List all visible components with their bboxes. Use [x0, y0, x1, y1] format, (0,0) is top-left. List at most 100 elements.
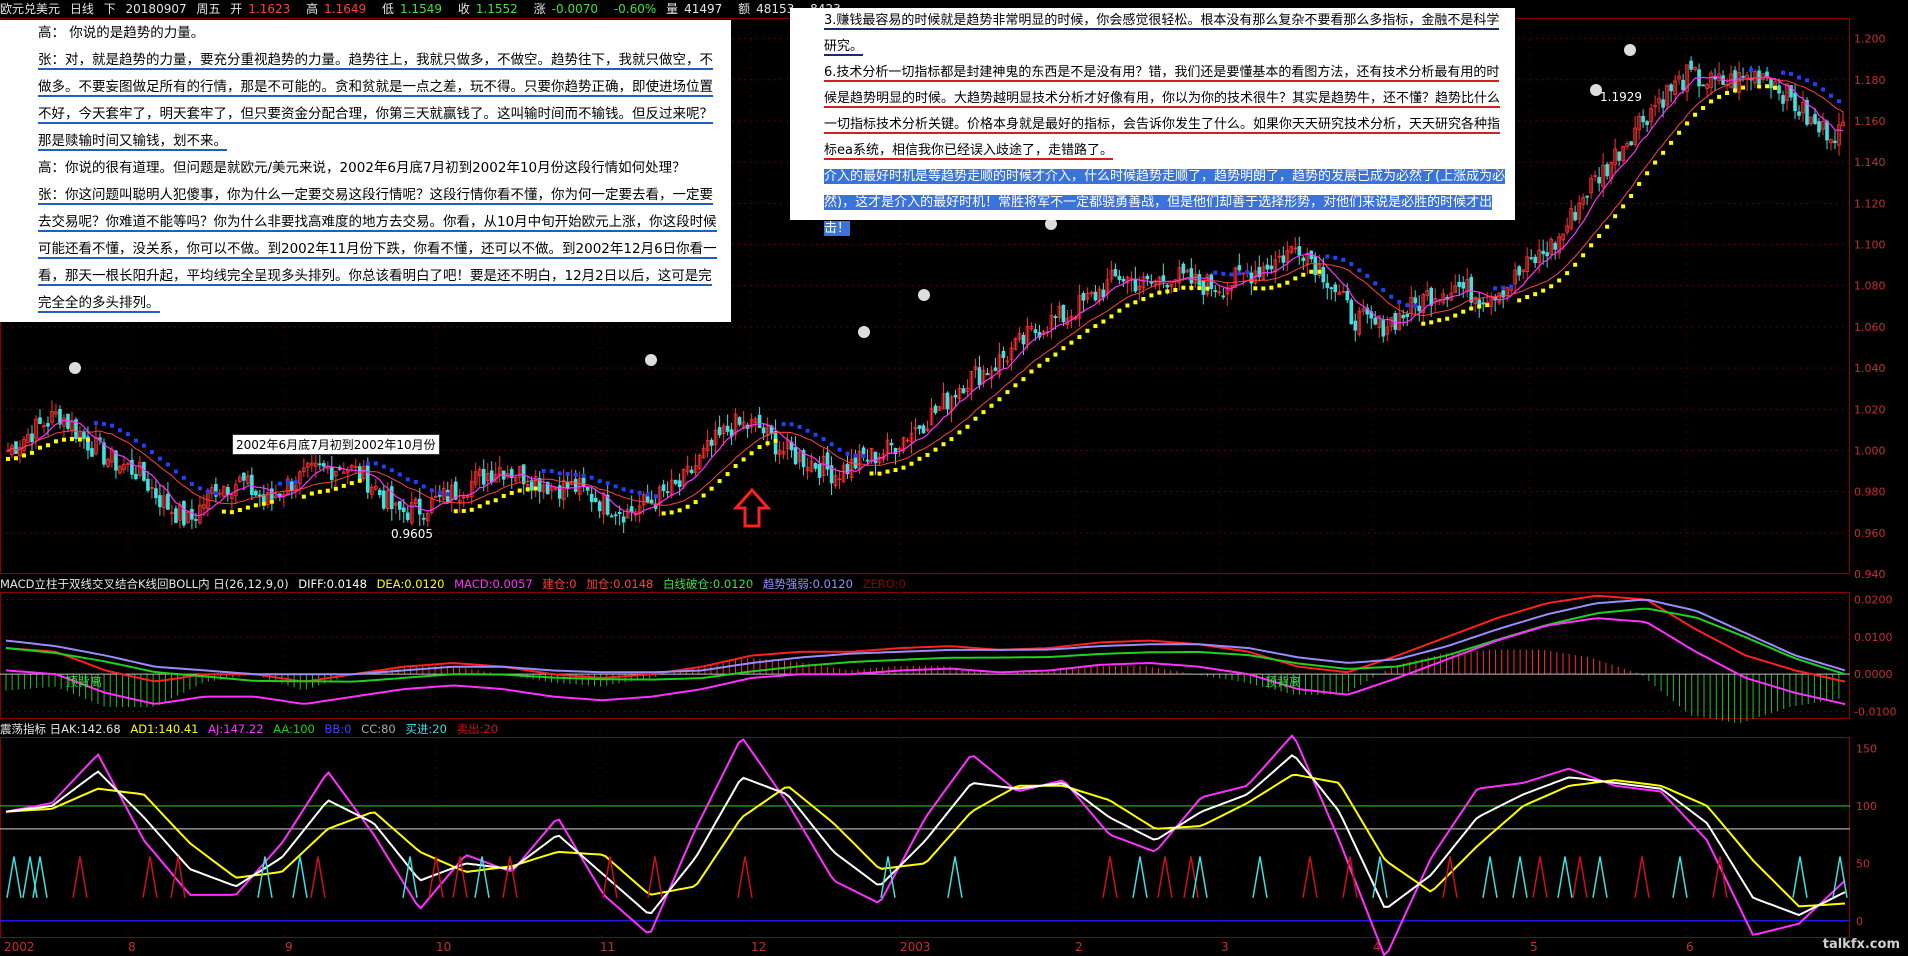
candle-body — [725, 425, 730, 432]
candle-body — [945, 392, 950, 410]
candle-body — [661, 484, 666, 491]
resistance-dot — [205, 489, 210, 494]
candle-body — [90, 448, 94, 457]
support-dot — [1525, 295, 1530, 300]
candle-body — [190, 508, 194, 520]
support-dot — [1645, 171, 1650, 176]
support-dot — [869, 471, 874, 476]
support-dot — [1661, 150, 1666, 155]
support-dot — [1157, 290, 1162, 295]
resistance-dot — [861, 454, 866, 459]
candle-body — [1817, 121, 1821, 133]
support-dot — [1557, 278, 1562, 283]
resistance-dot — [1237, 271, 1242, 276]
resistance-dot — [821, 437, 826, 442]
candle-body — [1201, 280, 1206, 295]
candle-body — [1681, 79, 1685, 91]
candle-body — [1741, 75, 1745, 78]
candle-body — [889, 442, 894, 446]
candle-body — [1597, 176, 1601, 184]
candle-body — [1393, 313, 1398, 330]
candle-body — [565, 481, 570, 489]
candle-body — [1269, 265, 1274, 270]
candle-body — [1605, 164, 1609, 177]
resistance-dot — [1325, 254, 1330, 259]
support-dot — [917, 456, 922, 461]
candle-body — [254, 490, 258, 496]
osc-tick-label: 50 — [1856, 857, 1870, 870]
resistance-dot — [405, 477, 410, 482]
candle-body — [154, 488, 158, 498]
candle-body — [609, 515, 614, 518]
candle-body — [737, 417, 742, 425]
candle-body — [817, 463, 822, 478]
sell-signal — [1102, 856, 1118, 898]
support-dot — [85, 437, 90, 442]
resistance-dot — [125, 432, 130, 437]
text-right-p2: 6.技术分析一切指标都是封建神鬼的东西是不是没有用？错，我们还是要懂基本的看图方… — [824, 65, 1501, 160]
smiley-icon — [1624, 44, 1636, 56]
support-dot — [1181, 285, 1186, 290]
candle-body — [1405, 313, 1410, 318]
support-dot — [669, 510, 674, 515]
price-tick-label: 1.040 — [1854, 362, 1886, 375]
support-dot — [1589, 243, 1594, 248]
support-dot — [357, 478, 362, 483]
resistance-dot — [277, 481, 282, 486]
resistance-dot — [1221, 271, 1226, 276]
resistance-dot — [1789, 71, 1794, 76]
support-dot — [1765, 84, 1770, 89]
candle-body — [649, 499, 654, 504]
support-dot — [517, 488, 522, 493]
buy-signal — [1672, 856, 1688, 898]
candle-body — [593, 497, 598, 503]
candle-body — [977, 367, 982, 386]
candle-body — [589, 493, 594, 503]
smiley-icon — [918, 289, 930, 301]
support-dot — [1461, 309, 1466, 314]
support-dot — [1061, 346, 1066, 351]
candle-body — [166, 493, 170, 510]
resistance-dot — [397, 472, 402, 477]
support-dot — [29, 450, 34, 455]
candle-body — [1553, 242, 1557, 250]
osc-tick-label: 150 — [1856, 742, 1877, 755]
support-dot — [1117, 308, 1122, 313]
support-dot — [1149, 293, 1154, 298]
candle-body — [865, 459, 870, 462]
x-label-2: 9 — [285, 940, 293, 954]
support-dot — [77, 437, 82, 442]
candle-body — [1133, 278, 1138, 292]
candle-body — [1165, 284, 1170, 288]
candle-body — [445, 489, 450, 503]
support-dot — [1253, 286, 1258, 291]
resistance-dot — [589, 475, 594, 480]
candle-body — [1329, 287, 1334, 290]
support-dot — [941, 442, 946, 447]
candle-body — [1793, 92, 1797, 112]
resistance-dot — [381, 464, 386, 469]
support-dot — [1005, 390, 1010, 395]
support-dot — [229, 510, 234, 515]
macd-tick-label: 0.0000 — [1854, 668, 1893, 681]
sell-signal — [737, 856, 753, 898]
candle-body — [421, 517, 426, 520]
candle-body — [6, 450, 10, 453]
support-dot — [1029, 369, 1034, 374]
support-dot — [1677, 130, 1682, 135]
resistance-dot — [445, 492, 450, 497]
buy-signal — [1832, 856, 1848, 898]
range-label: 2002年6月底7月初到2002年10月份 — [232, 434, 440, 455]
candle-body — [757, 414, 762, 429]
resistance-dot — [437, 490, 442, 495]
support-dot — [269, 499, 274, 504]
support-dot — [765, 441, 770, 446]
support-dot — [1533, 292, 1538, 297]
candle-body — [985, 373, 990, 376]
sell-signal — [647, 856, 663, 898]
candle-body — [1061, 304, 1066, 323]
candle-body — [853, 456, 858, 469]
candle-body — [377, 489, 382, 496]
support-dot — [1469, 306, 1474, 311]
candle-body — [226, 486, 230, 495]
